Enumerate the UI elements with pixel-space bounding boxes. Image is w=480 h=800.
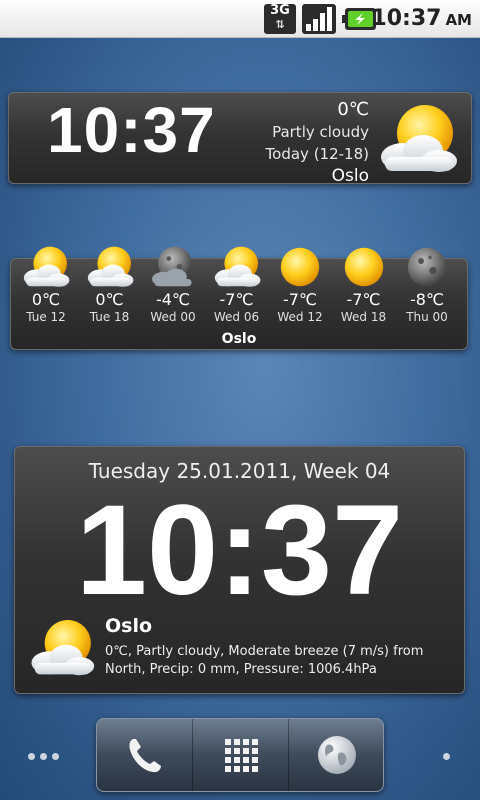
forecast-temperature: 0℃	[31, 290, 61, 309]
forecast-widget[interactable]: 0℃ Tue 12 0℃ Tue 18 -4℃ Wed 00 -7℃ Wed 06 -7℃ Wed…	[10, 258, 468, 350]
forecast-time-label: Tue 12	[26, 310, 66, 324]
widget-small-city: Oslo	[331, 166, 369, 186]
signal-strength-icon	[302, 4, 336, 34]
forecast-item: -4℃ Wed 00	[141, 243, 205, 325]
page-indicator-left[interactable]	[28, 752, 68, 762]
app-drawer-button[interactable]	[193, 719, 289, 791]
browser-globe-icon	[318, 736, 356, 774]
weather-description: 0℃, Partly cloudy, Moderate breeze (7 m/…	[105, 644, 424, 677]
sun-cloud-icon	[82, 243, 138, 291]
forecast-time-label: Wed 00	[150, 310, 196, 324]
moon-icon	[399, 243, 455, 291]
forecast-item: -7℃ Wed 06	[205, 243, 269, 325]
forecast-temperature: -7℃	[283, 290, 317, 309]
widget-small-time: 10:37	[47, 94, 216, 166]
sun-icon	[336, 243, 392, 291]
launcher-dock	[96, 718, 384, 792]
page-indicator-right[interactable]	[443, 753, 450, 760]
forecast-item: -7℃ Wed 18	[332, 243, 396, 325]
sun-icon	[272, 243, 328, 291]
status-clock: 10:37 AM	[371, 6, 472, 31]
forecast-item: -8℃ Thu 00	[395, 243, 459, 325]
weather-clock-widget-large[interactable]: Tuesday 25.01.2011, Week 04 10:37 Oslo 0…	[14, 446, 465, 694]
forecast-city: Oslo	[221, 331, 257, 347]
status-time-ampm: AM	[445, 11, 472, 29]
sun-cloud-icon	[209, 243, 265, 291]
weather-clock-widget-small[interactable]: 10:37 0℃ Partly cloudy Today (12-18) Osl…	[8, 92, 472, 187]
status-bar: 3G ⇅ 10:37 AM	[0, 0, 480, 38]
phone-icon	[128, 739, 161, 773]
forecast-item: 0℃ Tue 12	[14, 243, 78, 325]
forecast-temperature: -8℃	[410, 290, 444, 309]
browser-button[interactable]	[289, 719, 385, 791]
current-temperature: 0℃	[337, 99, 369, 120]
forecast-time-label: Wed 06	[213, 310, 260, 324]
forecast-time-label: Tue 18	[89, 310, 130, 324]
status-time-value: 10:37	[371, 6, 442, 31]
phone-button[interactable]	[97, 719, 193, 791]
sun-cloud-icon	[23, 615, 101, 681]
forecast-item: -7℃ Wed 12	[268, 243, 332, 325]
network-3g-icon: 3G ⇅	[264, 4, 296, 34]
sun-cloud-icon	[373, 99, 463, 179]
forecast-temperature: 0℃	[95, 290, 124, 309]
app-grid-icon	[224, 739, 258, 772]
today-range: Today (12-18)	[265, 145, 369, 163]
network-type-label: 3G	[270, 3, 290, 18]
large-widget-city: Oslo	[105, 615, 153, 637]
large-clock-time: 10:37	[75, 479, 404, 622]
forecast-temperature: -7℃	[219, 290, 254, 309]
forecast-time-label: Wed 12	[277, 310, 323, 324]
widget-small-info: 0℃ Partly cloudy Today (12-18) Oslo	[266, 99, 369, 187]
forecast-item: 0℃ Tue 18	[78, 243, 142, 325]
forecast-temperature: -7℃	[346, 290, 381, 309]
forecast-time-label: Thu 00	[406, 310, 448, 324]
forecast-temperature: -4℃	[156, 290, 190, 309]
forecast-time-label: Wed 18	[340, 310, 387, 324]
moon-cloud-icon	[145, 243, 201, 291]
current-condition: Partly cloudy	[272, 123, 369, 141]
sun-cloud-icon	[18, 243, 74, 291]
